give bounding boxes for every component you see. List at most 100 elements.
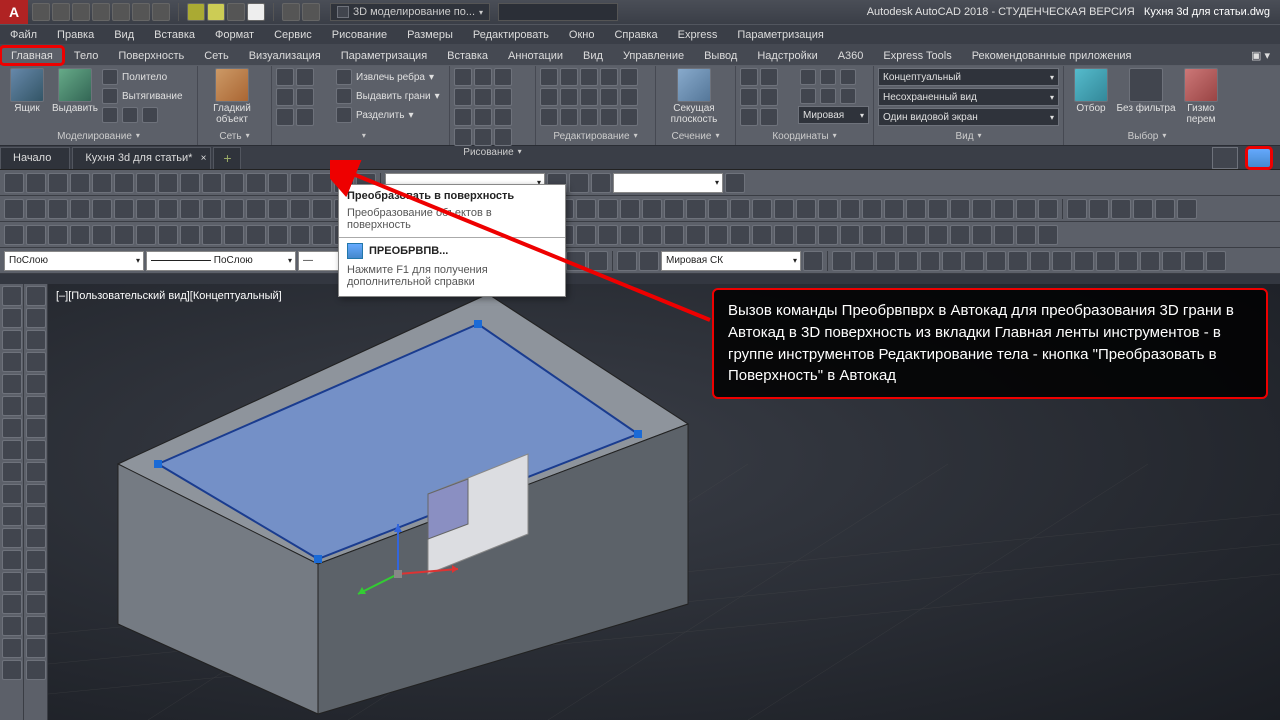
menu-window[interactable]: Окно [559, 29, 605, 41]
vtool-icon[interactable] [26, 440, 46, 460]
ucs-icon[interactable] [740, 68, 758, 86]
vtool-icon[interactable] [26, 594, 46, 614]
tool-icon[interactable] [268, 173, 288, 193]
style-combo2[interactable] [613, 173, 723, 193]
vtool-icon[interactable] [2, 374, 22, 394]
tool-icon[interactable] [1140, 251, 1160, 271]
tool-icon[interactable] [180, 173, 200, 193]
tool-icon[interactable] [884, 199, 904, 219]
ucs-icon[interactable] [740, 88, 758, 106]
tool-icon[interactable] [588, 251, 608, 271]
polysolid-button[interactable]: Политело [100, 68, 193, 86]
tool-icon[interactable] [950, 225, 970, 245]
ucs-icon[interactable] [800, 69, 816, 85]
qat-plot-icon[interactable] [112, 3, 130, 21]
mod-icon[interactable] [540, 88, 558, 106]
ucs-icon[interactable] [840, 88, 856, 104]
app-logo[interactable]: A [0, 0, 28, 24]
sun-icon[interactable] [207, 3, 225, 21]
tool-icon[interactable] [986, 251, 1006, 271]
draw-icon[interactable] [454, 108, 472, 126]
tool-icon[interactable] [26, 199, 46, 219]
tool-icon[interactable] [1111, 199, 1131, 219]
draw-icon[interactable] [494, 108, 512, 126]
share-icon[interactable] [282, 3, 300, 21]
tool-icon[interactable] [642, 199, 662, 219]
extrude-button[interactable]: Выдавить [52, 68, 98, 130]
workspace-selector[interactable]: 3D моделирование по... [330, 3, 490, 21]
vtool-icon[interactable] [2, 308, 22, 328]
panel-section-title[interactable]: Сечение [660, 130, 731, 144]
dim-icon[interactable] [227, 3, 245, 21]
tool-icon[interactable] [928, 199, 948, 219]
tool-icon[interactable] [796, 225, 816, 245]
ucs-icon[interactable] [740, 108, 758, 126]
smooth-object-button[interactable]: Гладкий объект [202, 68, 262, 130]
tool-icon[interactable] [664, 199, 684, 219]
tool-icon[interactable] [70, 225, 90, 245]
tool-icon[interactable] [48, 225, 68, 245]
draw-icon[interactable] [454, 128, 472, 146]
tool-icon[interactable] [906, 225, 926, 245]
tool-icon[interactable] [730, 225, 750, 245]
vtool-icon[interactable] [2, 572, 22, 592]
draw-icon[interactable] [474, 128, 492, 146]
menu-express[interactable]: Express [668, 29, 728, 41]
tool-icon[interactable] [312, 173, 332, 193]
tool-icon[interactable] [224, 199, 244, 219]
search-input[interactable] [498, 3, 618, 21]
vtool-icon[interactable] [26, 418, 46, 438]
vtool-icon[interactable] [2, 660, 22, 680]
tab-output[interactable]: Вывод [694, 47, 747, 65]
tool-icon[interactable] [620, 199, 640, 219]
mod-icon[interactable] [600, 88, 618, 106]
nofilter-button[interactable]: Без фильтра [1116, 68, 1176, 130]
tab-document[interactable]: Кухня 3d для статьи*× [72, 147, 211, 169]
tool-icon[interactable] [576, 225, 596, 245]
ucs-icon[interactable] [760, 108, 778, 126]
tool-icon[interactable] [1030, 251, 1050, 271]
tool-icon[interactable] [1016, 199, 1036, 219]
tool-icon[interactable] [774, 199, 794, 219]
ucs-select-combo[interactable]: Мировая СК [661, 251, 801, 271]
qat-save-icon[interactable] [72, 3, 90, 21]
vtool-icon[interactable] [26, 396, 46, 416]
tool-icon[interactable] [246, 173, 266, 193]
cloud-icon[interactable] [302, 3, 320, 21]
tool-icon[interactable] [290, 173, 310, 193]
extract-edges-button[interactable]: Извлечь ребра ▾ [334, 68, 445, 86]
presspull-button[interactable]: Вытягивание [100, 87, 193, 105]
vtool-icon[interactable] [2, 616, 22, 636]
tool-icon[interactable] [92, 225, 112, 245]
tool-icon[interactable] [566, 251, 586, 271]
panel-mesh-title[interactable]: Сеть [202, 130, 267, 144]
ucs-icon[interactable] [800, 88, 816, 104]
tool-icon[interactable] [964, 251, 984, 271]
tool-icon[interactable] [4, 225, 24, 245]
tool-icon[interactable] [1074, 251, 1094, 271]
menu-tools[interactable]: Сервис [264, 29, 322, 41]
extrude-faces-button[interactable]: Выдавить грани ▾ [334, 87, 445, 105]
tool-icon[interactable] [1162, 251, 1182, 271]
tool-icon[interactable] [180, 225, 200, 245]
se-icon[interactable] [276, 88, 294, 106]
mod-icon[interactable] [600, 108, 618, 126]
panel-modeling-title[interactable]: Моделирование [4, 130, 193, 144]
tool-icon[interactable] [1096, 251, 1116, 271]
square-icon[interactable] [247, 3, 265, 21]
light-icon[interactable] [187, 3, 205, 21]
vtool-icon[interactable] [26, 660, 46, 680]
tool-icon[interactable] [928, 225, 948, 245]
tool-icon[interactable] [1089, 199, 1109, 219]
tool-icon[interactable] [114, 225, 134, 245]
mod-icon[interactable] [580, 68, 598, 86]
tool-icon[interactable] [950, 199, 970, 219]
tool-icon[interactable] [48, 199, 68, 219]
tool-icon[interactable] [1038, 199, 1058, 219]
mod-icon[interactable] [560, 68, 578, 86]
tool-icon[interactable] [1052, 251, 1072, 271]
vtool-icon[interactable] [2, 352, 22, 372]
vtool-icon[interactable] [2, 528, 22, 548]
menu-view[interactable]: Вид [104, 29, 144, 41]
tool-icon[interactable] [862, 225, 882, 245]
